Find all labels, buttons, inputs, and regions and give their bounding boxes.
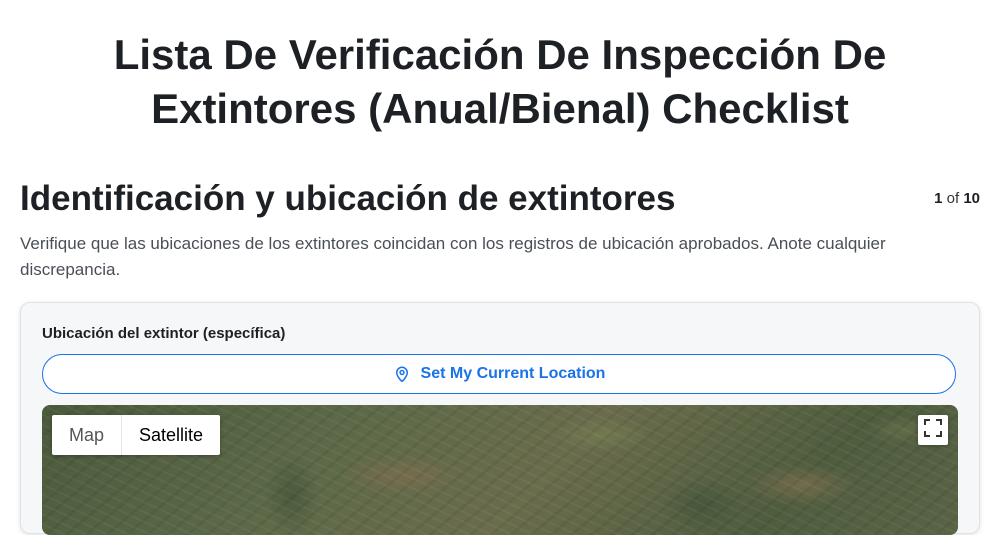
- map-pin-icon: [393, 365, 411, 383]
- pager-current: 1: [934, 190, 943, 207]
- location-field-card: Ubicación del extintor (específica) Set …: [20, 302, 980, 535]
- map-type-satellite-tab[interactable]: Satellite: [122, 415, 220, 455]
- map-type-control: Map Satellite: [52, 415, 221, 455]
- field-label: Ubicación del extintor (específica): [42, 325, 286, 342]
- satellite-map[interactable]: Map Satellite: [42, 405, 958, 535]
- section-description: Verifique que las ubicaciones de los ext…: [20, 234, 886, 279]
- map-type-map-tab[interactable]: Map: [52, 415, 123, 455]
- page-title: Lista De Verificación De Inspección De E…: [113, 31, 887, 132]
- section-title: Identificación y ubicación de extintores: [20, 179, 676, 218]
- section-pager: 1 of 10: [934, 190, 980, 207]
- pager-of: of: [946, 190, 960, 207]
- fullscreen-button[interactable]: [918, 415, 948, 445]
- set-current-location-button[interactable]: Set My Current Location: [42, 354, 956, 394]
- set-current-location-label: Set My Current Location: [420, 365, 606, 382]
- pager-total: 10: [963, 190, 980, 207]
- fullscreen-icon: [924, 418, 942, 442]
